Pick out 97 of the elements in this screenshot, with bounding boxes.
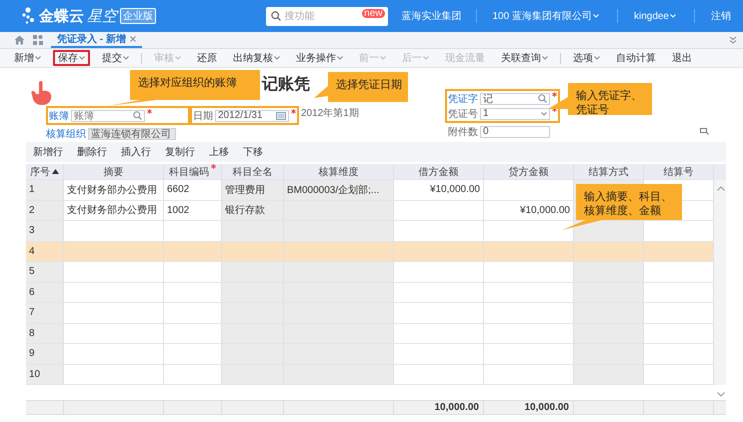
- caret-icon: [35, 56, 41, 60]
- total-amount: 10,000.00: [434, 402, 479, 413]
- column-header[interactable]: 结算号: [644, 164, 714, 180]
- column-header[interactable]: 核算维度: [284, 164, 394, 180]
- table-cell: 10: [26, 364, 64, 385]
- logo-text: 星空: [87, 6, 117, 26]
- table-cell: ¥10,000.00: [394, 180, 484, 200]
- table-cell: 2: [26, 200, 64, 221]
- table-cell: 9: [26, 344, 64, 364]
- table-cell: 管理费用: [222, 180, 284, 200]
- input-field: 蓝海连锁有限公司: [88, 128, 176, 140]
- column-header[interactable]: 科目全名: [222, 164, 284, 180]
- table-cell: 银行存款: [222, 200, 284, 221]
- toolbar-button[interactable]: 出纳复核: [229, 50, 284, 66]
- input-field[interactable]: 账簿: [71, 110, 145, 122]
- column-header[interactable]: 结算方式: [574, 164, 644, 180]
- double-chevron-icon[interactable]: [729, 36, 737, 44]
- input-field[interactable]: 记: [480, 92, 550, 104]
- sort-icon: [52, 169, 59, 174]
- table-cell: 支付财务部办公费用: [64, 200, 164, 221]
- column-header[interactable]: 借方金额: [394, 164, 484, 180]
- row-action-button[interactable]: 复制行: [158, 142, 202, 162]
- logo-icon: [22, 7, 36, 25]
- caret-icon: [423, 56, 429, 60]
- logout-link[interactable]: 注销: [711, 9, 731, 23]
- search-icon: [538, 94, 547, 103]
- table-cell: 6: [26, 282, 64, 303]
- hint-tooltip: 选择凭证日期: [314, 72, 408, 102]
- table-cell: 4: [26, 242, 64, 262]
- table-cell: 3: [26, 221, 64, 242]
- input-field[interactable]: 2012/1/31: [215, 110, 289, 122]
- toolbar-button[interactable]: 还原: [193, 50, 221, 66]
- edition-badge: 企业版: [120, 8, 156, 24]
- group-link[interactable]: 蓝海实业集团: [402, 9, 462, 23]
- input-field[interactable]: 1: [480, 108, 550, 120]
- caret-icon: [175, 56, 181, 60]
- table-cell: 6602: [164, 180, 222, 200]
- home-icon[interactable]: [14, 35, 25, 45]
- column-header[interactable]: 摘要: [64, 164, 164, 180]
- toolbar-button[interactable]: 关联查询: [497, 50, 552, 66]
- table-cell: 8: [26, 324, 64, 344]
- row-action-button[interactable]: 插入行: [114, 142, 158, 162]
- row-action-button[interactable]: 删除行: [70, 142, 114, 162]
- table-cell: 支付财务部办公费用: [64, 180, 164, 200]
- new-badge: new: [362, 8, 384, 18]
- logo-text: 金蝶云: [39, 6, 84, 26]
- caret-icon: [123, 56, 129, 60]
- toolbar-button[interactable]: 新增: [10, 50, 45, 66]
- input-field[interactable]: 0: [480, 126, 550, 138]
- hint-tooltip: 输入凭证字、凭证号: [548, 83, 652, 115]
- field-label[interactable]: 账簿: [49, 108, 69, 122]
- organization-menu[interactable]: 100 蓝海集团有限公司: [488, 8, 603, 24]
- period-text: 2012年第1期: [301, 106, 359, 120]
- field-label: 附件数: [448, 126, 478, 138]
- column-header[interactable]: 序号: [26, 164, 64, 180]
- row-action-button[interactable]: 下移: [236, 142, 270, 162]
- table-cell: 1: [26, 180, 64, 200]
- voucher-title: 记账凭: [262, 74, 311, 95]
- table-cell: 5: [26, 262, 64, 282]
- scroll-up-icon[interactable]: [717, 186, 725, 191]
- caret-icon: [380, 56, 386, 60]
- caret-icon: [594, 56, 600, 60]
- calendar-icon: [276, 112, 286, 120]
- close-icon[interactable]: [130, 36, 136, 42]
- user-menu[interactable]: kingdee: [630, 8, 680, 24]
- caret-icon: [541, 112, 547, 116]
- table-cell: ¥10,000.00: [484, 200, 574, 221]
- field-label[interactable]: 凭证字: [448, 92, 478, 106]
- caret-icon: [592, 14, 599, 18]
- field-label: 凭证号: [448, 108, 478, 120]
- search-icon: [133, 111, 142, 120]
- column-header[interactable]: 科目编码: [164, 164, 222, 180]
- hand-pointer-icon: [30, 80, 54, 106]
- caret-icon: [274, 56, 280, 60]
- total-amount: 10,000.00: [524, 402, 569, 413]
- toolbar-button[interactable]: 自动计算: [612, 50, 660, 66]
- table-cell: 1002: [164, 200, 222, 221]
- caret-icon: [337, 56, 343, 60]
- caret-icon: [79, 56, 85, 60]
- caret-icon: [670, 14, 676, 18]
- toolbar-button[interactable]: 选项: [569, 50, 604, 66]
- toolbar-button[interactable]: 退出: [668, 50, 696, 66]
- panel-icon[interactable]: [700, 128, 709, 135]
- toolbar-button[interactable]: 业务操作: [292, 50, 347, 66]
- apps-icon[interactable]: [33, 35, 43, 45]
- table-cell: BM000003/企划部;...: [284, 180, 394, 200]
- field-label[interactable]: 核算组织: [46, 126, 86, 140]
- scroll-down-icon[interactable]: [717, 392, 725, 397]
- toolbar-button[interactable]: 提交: [98, 50, 133, 66]
- row-action-button[interactable]: 新增行: [26, 142, 70, 162]
- search-icon: [270, 11, 280, 21]
- caret-icon: [542, 56, 548, 60]
- table-cell: 7: [26, 303, 64, 324]
- row-action-button[interactable]: 上移: [202, 142, 236, 162]
- field-label: 日期: [193, 110, 213, 122]
- column-header[interactable]: 贷方金额: [484, 164, 574, 180]
- toolbar-button[interactable]: 保存: [53, 50, 90, 66]
